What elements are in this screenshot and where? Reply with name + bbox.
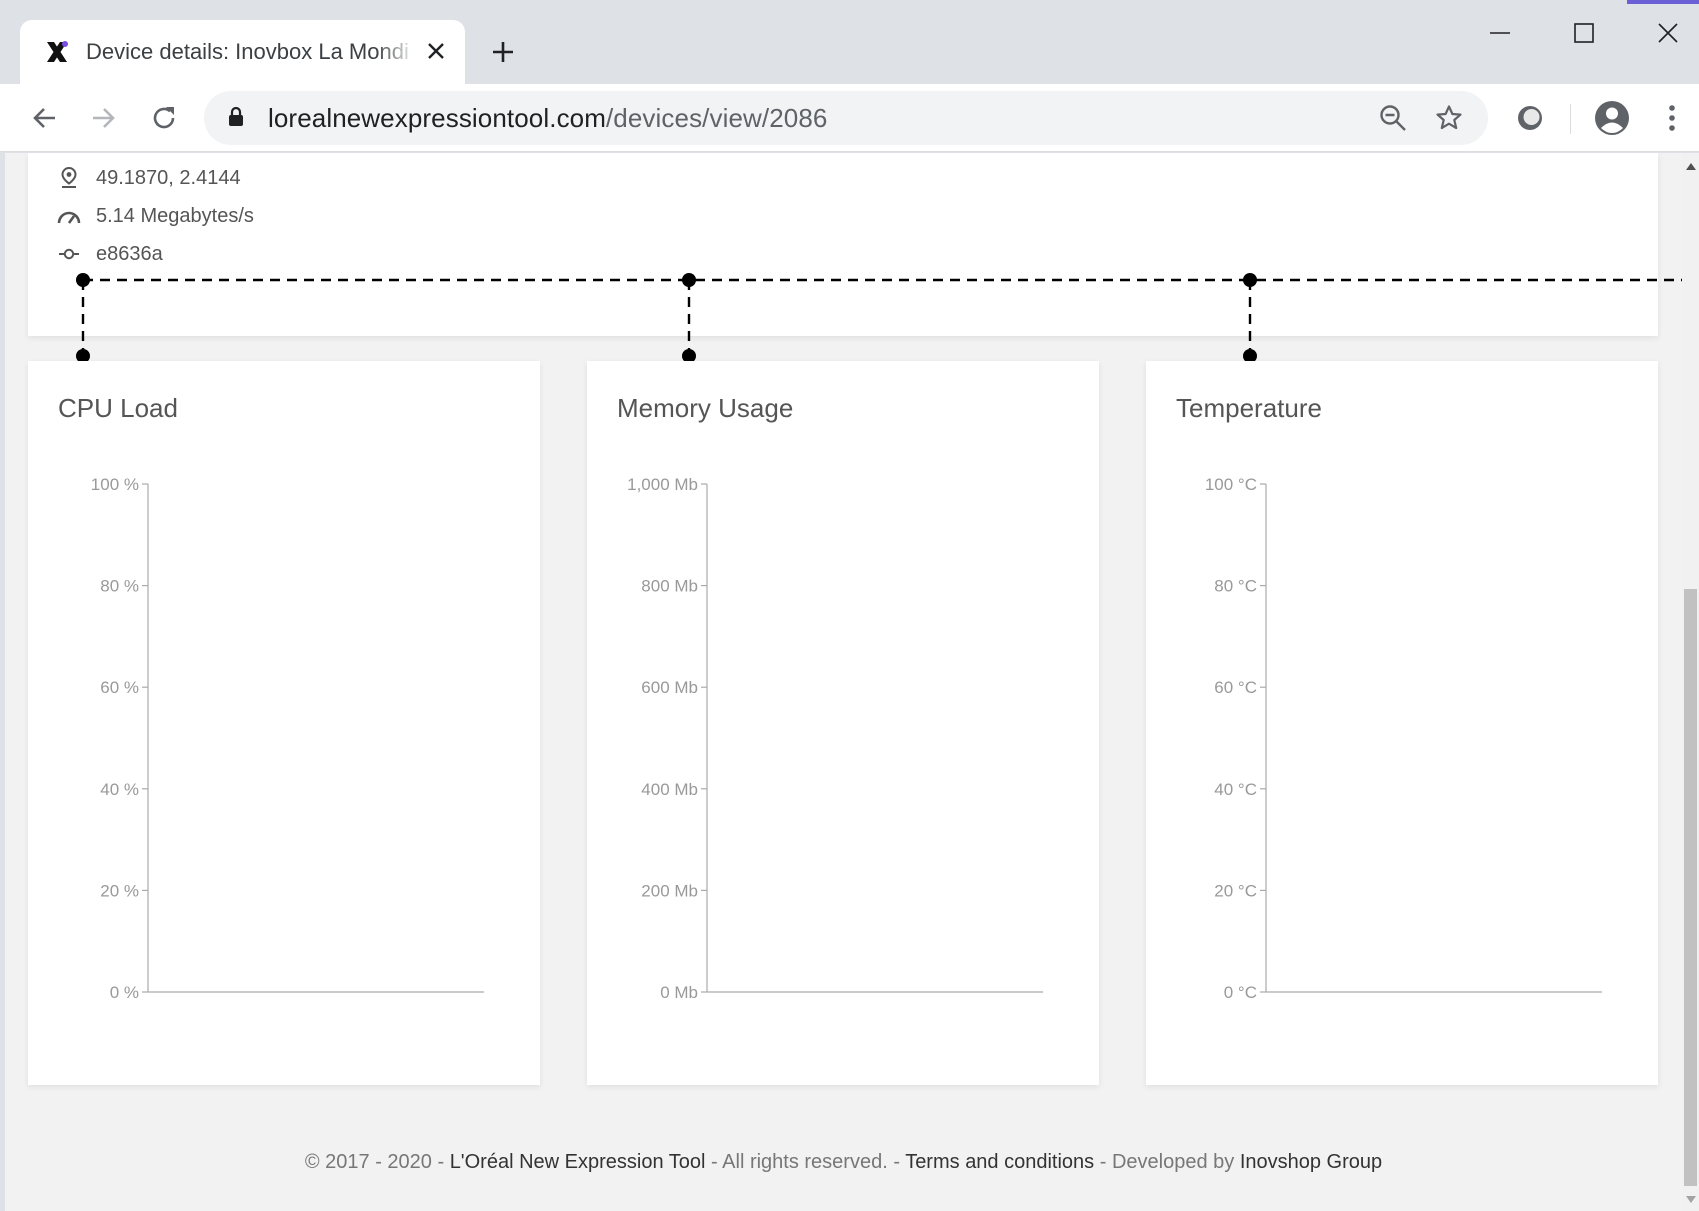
cpu-load-card: CPU Load 0 % 20 % 40 % 60 % 80 % 100 %: [28, 361, 540, 1085]
url-domain: lorealnewexpressiontool.com: [268, 103, 606, 133]
tab-strip: Device details: Inovbox La Mondi: [0, 0, 1699, 84]
y-tick-label: 80 %: [100, 577, 139, 596]
y-tick-label: 100 %: [91, 475, 139, 494]
y-tick-label: 0 Mb: [660, 983, 698, 1002]
address-bar[interactable]: lorealnewexpressiontool.com/devices/view…: [204, 91, 1488, 145]
commit-icon: [56, 241, 82, 267]
y-tick-label: 1,000 Mb: [627, 475, 698, 494]
minimize-icon[interactable]: [1470, 10, 1530, 56]
scrollbar-thumb[interactable]: [1684, 589, 1697, 1186]
tab-close-icon[interactable]: [419, 34, 453, 68]
y-tick-label: 20 %: [100, 881, 139, 900]
forward-arrow-icon[interactable]: [84, 98, 124, 138]
bookmark-star-icon[interactable]: [1430, 99, 1468, 137]
y-tick-label: 600 Mb: [641, 678, 698, 697]
zoom-out-icon[interactable]: [1374, 99, 1412, 137]
y-tick-label: 400 Mb: [641, 780, 698, 799]
lock-icon[interactable]: [228, 106, 244, 132]
extension-icon[interactable]: [1510, 98, 1550, 138]
scroll-down-arrow-icon[interactable]: [1686, 1196, 1696, 1203]
page-viewport: 49.1870, 2.4144 5.14 Megabytes/s e8636a …: [5, 153, 1682, 1211]
profile-avatar-icon[interactable]: [1592, 98, 1632, 138]
terms-link[interactable]: Terms and conditions: [905, 1151, 1094, 1173]
browser-toolbar: lorealnewexpressiontool.com/devices/view…: [0, 84, 1699, 152]
new-tab-button[interactable]: [483, 32, 523, 72]
footer-rights: - All rights reserved. -: [705, 1151, 906, 1173]
y-tick-label: 20 °C: [1214, 881, 1257, 900]
temperature-chart: 0 °C 20 °C 40 °C 60 °C 80 °C 100 °C: [1205, 475, 1602, 1002]
url-path: /devices/view/2086: [605, 103, 828, 133]
device-commit: e8636a: [96, 242, 163, 265]
y-tick-label: 0 °C: [1224, 983, 1257, 1002]
url-text[interactable]: lorealnewexpressiontool.com/devices/view…: [268, 103, 827, 134]
y-tick-label: 80 °C: [1214, 577, 1257, 596]
cpu-load-chart: 0 % 20 % 40 % 60 % 80 % 100 %: [91, 475, 484, 1002]
y-tick-label: 60 %: [100, 678, 139, 697]
y-tick-label: 200 Mb: [641, 881, 698, 900]
memory-usage-card: Memory Usage 0 Mb 200 Mb 400 Mb 600 Mb 800 M…: [587, 361, 1099, 1085]
maximize-icon[interactable]: [1554, 10, 1614, 56]
temperature-card: Temperature 0 °C 20 °C 40 °C 60 °C 80 °C 100 …: [1146, 361, 1658, 1085]
vertical-scrollbar[interactable]: [1682, 153, 1699, 1211]
y-tick-label: 40 %: [100, 780, 139, 799]
reload-icon[interactable]: [144, 98, 184, 138]
commit-row: e8636a: [56, 241, 163, 267]
y-tick-label: 800 Mb: [641, 577, 698, 596]
toolbar-separator: [1570, 104, 1571, 134]
y-tick-label: 100 °C: [1205, 475, 1257, 494]
y-tick-label: 0 %: [110, 983, 139, 1002]
scroll-up-arrow-icon[interactable]: [1686, 163, 1696, 170]
memory-usage-chart: 0 Mb 200 Mb 400 Mb 600 Mb 800 Mb 1,000 Mb: [627, 475, 1043, 1002]
speed-row: 5.14 Megabytes/s: [56, 203, 254, 229]
accent-corner: [1627, 0, 1699, 4]
site-favicon-icon: [42, 37, 72, 67]
footer-copyright: © 2017 - 2020 -: [304, 1151, 450, 1173]
back-arrow-icon[interactable]: [24, 98, 64, 138]
device-info-card: 49.1870, 2.4144 5.14 Megabytes/s e8636a: [28, 153, 1658, 336]
speedometer-icon: [56, 203, 82, 229]
y-tick-label: 40 °C: [1214, 780, 1257, 799]
y-tick-label: 60 °C: [1214, 678, 1257, 697]
browser-menu-icon[interactable]: [1652, 98, 1692, 138]
device-location: 49.1870, 2.4144: [96, 166, 241, 189]
developer-link[interactable]: Inovshop Group: [1240, 1151, 1382, 1173]
location-row: 49.1870, 2.4144: [56, 165, 241, 191]
browser-tab-active[interactable]: Device details: Inovbox La Mondi: [20, 20, 465, 84]
tab-title: Device details: Inovbox La Mondi: [86, 39, 409, 64]
footer-developed: - Developed by: [1094, 1151, 1240, 1173]
close-window-icon[interactable]: [1638, 10, 1698, 56]
footer-app-link[interactable]: L'Oréal New Expression Tool: [450, 1151, 706, 1173]
map-pin-icon: [56, 165, 82, 191]
device-speed: 5.14 Megabytes/s: [96, 204, 254, 227]
page-footer: © 2017 - 2020 - L'Oréal New Expression T…: [5, 1151, 1682, 1174]
